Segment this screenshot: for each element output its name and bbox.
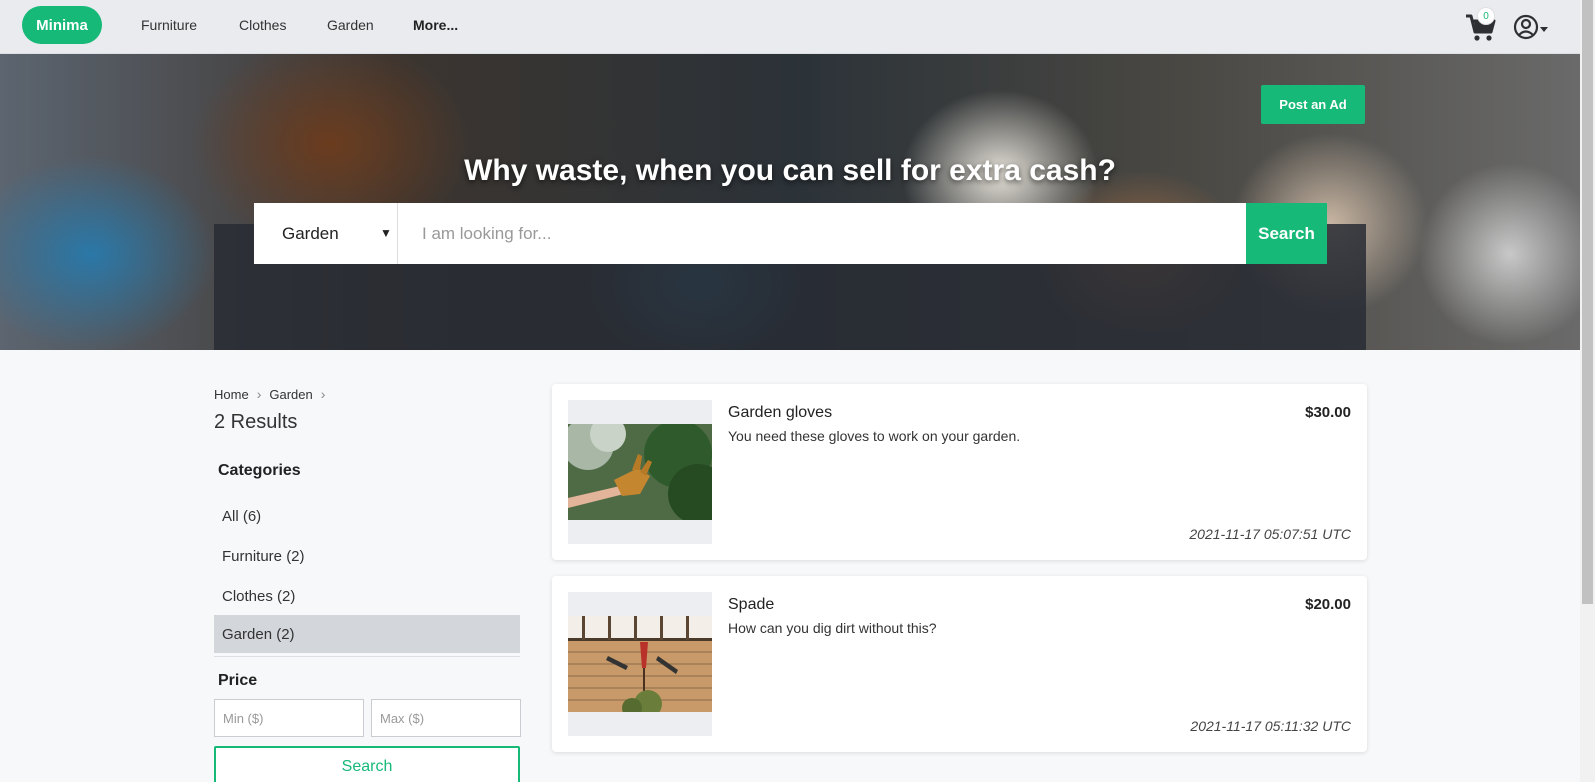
listing-thumbnail-frame <box>568 400 712 544</box>
nav-link-garden[interactable]: Garden <box>327 17 374 33</box>
category-select-value: Garden <box>282 223 339 243</box>
listing-description: You need these gloves to work on your ga… <box>728 428 1021 444</box>
listing-title[interactable]: Garden gloves <box>728 404 832 422</box>
search-input[interactable] <box>398 203 1246 264</box>
hero-title: Why waste, when you can sell for extra c… <box>464 154 1116 187</box>
breadcrumb-garden[interactable]: Garden <box>269 387 312 402</box>
brand-logo[interactable]: Minima <box>22 6 102 44</box>
nav-link-clothes[interactable]: Clothes <box>239 17 286 33</box>
chevron-right-icon: › <box>320 386 326 402</box>
sidebar-divider <box>214 656 520 657</box>
breadcrumb-home[interactable]: Home <box>214 387 249 402</box>
listing-date: 2021-11-17 05:11:32 UTC <box>1190 718 1351 734</box>
spade-image[interactable] <box>568 616 712 712</box>
listing-title[interactable]: Spade <box>728 596 774 614</box>
listing-thumbnail-frame <box>568 592 712 736</box>
listing-date: 2021-11-17 05:07:51 UTC <box>1189 526 1351 542</box>
hero-banner: Post an Ad Why waste, when you can sell … <box>0 54 1580 350</box>
category-item-all[interactable]: All (6) <box>214 497 520 535</box>
cart-count-badge: 0 <box>1477 7 1495 25</box>
search-button[interactable]: Search <box>1246 203 1327 264</box>
listing-card[interactable]: Garden gloves You need these gloves to w… <box>552 384 1367 560</box>
filter-search-button[interactable]: Search <box>214 746 520 782</box>
nav-link-furniture[interactable]: Furniture <box>141 17 197 33</box>
garden-gloves-image[interactable] <box>568 424 712 520</box>
listing-price: $20.00 <box>1305 596 1351 613</box>
post-ad-button[interactable]: Post an Ad <box>1261 85 1365 124</box>
breadcrumb: Home › Garden › <box>214 386 325 402</box>
results-count: 2 Results <box>214 411 298 433</box>
page-scrollbar[interactable] <box>1580 0 1595 782</box>
listing-price: $30.00 <box>1305 404 1351 421</box>
categories-heading: Categories <box>218 462 301 479</box>
nav-link-more[interactable]: More... <box>413 17 458 33</box>
listing-card[interactable]: Spade How can you dig dirt without this?… <box>552 576 1367 752</box>
listing-description: How can you dig dirt without this? <box>728 620 937 636</box>
price-heading: Price <box>218 672 258 689</box>
category-item-furniture[interactable]: Furniture (2) <box>214 537 520 575</box>
user-circle-icon[interactable] <box>1512 13 1552 41</box>
chevron-down-icon: ▼ <box>380 226 392 240</box>
category-select[interactable]: Garden <box>254 203 398 264</box>
scrollbar-thumb[interactable] <box>1582 0 1593 604</box>
category-item-clothes[interactable]: Clothes (2) <box>214 577 520 615</box>
price-min-input[interactable] <box>214 699 364 737</box>
top-navbar: Minima Furniture Clothes Garden More... … <box>0 0 1580 54</box>
price-max-input[interactable] <box>371 699 521 737</box>
chevron-right-icon: › <box>256 386 262 402</box>
category-item-garden[interactable]: Garden (2) <box>214 615 520 653</box>
